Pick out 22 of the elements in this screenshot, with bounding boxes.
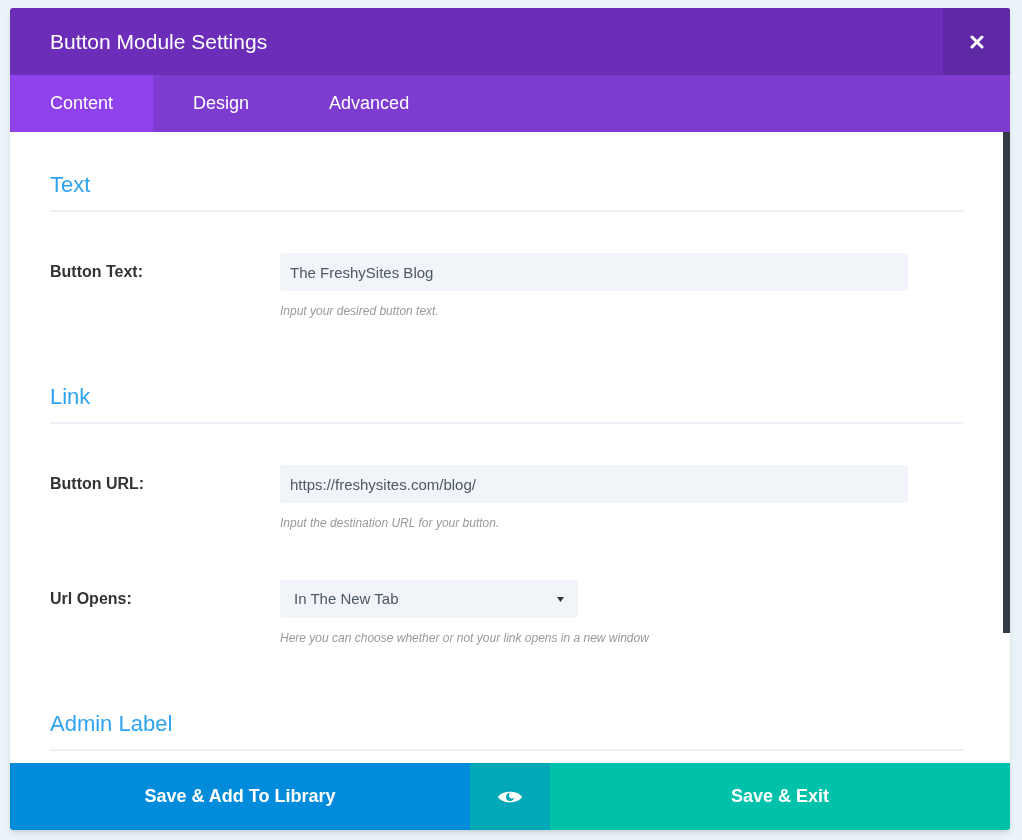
tab[interactable]: Design xyxy=(153,75,290,132)
window-title: Button Module Settings xyxy=(49,28,268,55)
section-heading: Admin Label xyxy=(50,709,963,751)
input-field[interactable]: https://freshysites.com/blog/ xyxy=(280,465,908,503)
preview-button[interactable] xyxy=(470,763,550,830)
help-text: Input your desired button text. xyxy=(280,303,440,319)
tab[interactable]: Content xyxy=(10,75,154,132)
field-label: Button Text: xyxy=(50,262,144,282)
tab[interactable]: Advanced xyxy=(289,75,450,132)
help-text: Input the destination URL for your button. xyxy=(280,515,501,531)
caret-icon xyxy=(557,596,564,602)
help-text: Here you can choose whether or not your link opens in a new window xyxy=(280,630,649,646)
select-field[interactable]: In The New Tab xyxy=(280,580,578,618)
section-heading: Link xyxy=(50,382,963,424)
field-label: Url Opens: xyxy=(50,589,133,609)
field-label: Button URL: xyxy=(50,474,146,494)
section-heading: Text xyxy=(50,170,963,212)
scrollbar-thumb[interactable] xyxy=(1003,132,1010,633)
save-to-library-button[interactable]: Save & Add To Library xyxy=(10,763,470,830)
close-button[interactable] xyxy=(943,8,1010,75)
close-icon xyxy=(969,34,984,49)
input-field[interactable]: The FreshySites Blog xyxy=(280,253,908,291)
